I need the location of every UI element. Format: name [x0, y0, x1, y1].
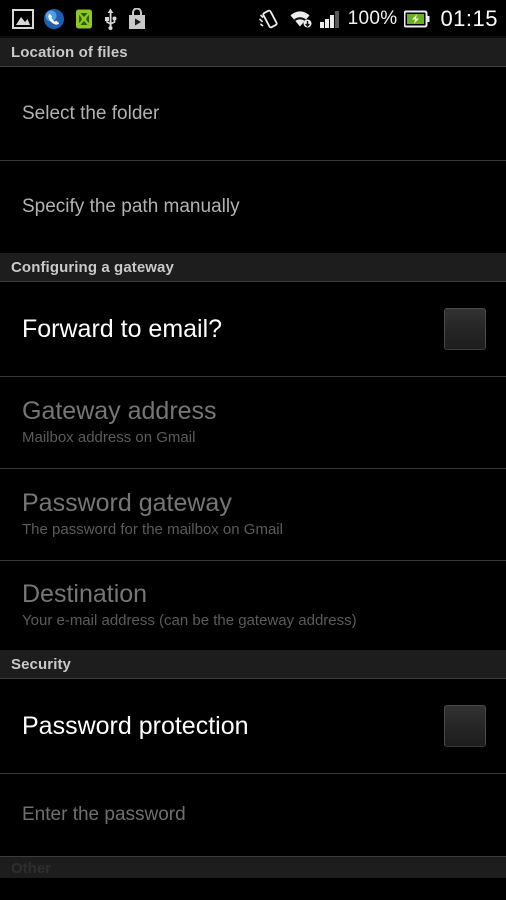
- section-header-label: Location of files: [11, 44, 128, 61]
- status-bar-right-icons: 100% 01:15: [258, 6, 498, 32]
- battery-percent-label: 100%: [347, 8, 398, 29]
- row-title: Gateway address: [22, 397, 217, 426]
- row-texts: Destination Your e-mail address (can be …: [22, 580, 357, 630]
- row-title: Specify the path manually: [22, 195, 240, 217]
- row-enter-the-password[interactable]: Enter the password: [0, 773, 506, 856]
- row-title: Enter the password: [22, 803, 186, 825]
- row-title: Password gateway: [22, 489, 232, 518]
- row-texts: Gateway address Mailbox address on Gmail: [22, 397, 217, 447]
- screenshot-image-icon: [12, 9, 34, 29]
- section-header-label: Configuring a gateway: [11, 259, 174, 276]
- section-header-configuring-a-gateway: Configuring a gateway: [0, 253, 506, 282]
- password-protection-checkbox[interactable]: [444, 705, 486, 747]
- wifi-icon: [288, 9, 312, 29]
- row-summary: The password for the mailbox on Gmail: [22, 520, 283, 538]
- section-header-location-of-files: Location of files: [0, 38, 506, 67]
- android-robot-icon: [74, 8, 94, 30]
- row-title: Select the folder: [22, 102, 160, 124]
- row-texts: Password protection: [22, 712, 249, 741]
- row-password-gateway[interactable]: Password gateway The password for the ma…: [0, 468, 506, 560]
- row-texts: Password gateway The password for the ma…: [22, 489, 283, 539]
- row-password-protection[interactable]: Password protection: [0, 679, 506, 773]
- row-summary: Your e-mail address (can be the gateway …: [22, 611, 357, 629]
- section-header-label: Security: [11, 656, 71, 673]
- battery-charging-icon: [403, 10, 430, 28]
- usb-icon: [103, 8, 118, 30]
- row-texts: Specify the path manually: [22, 196, 240, 218]
- section-header-security: Security: [0, 650, 506, 679]
- play-store-icon: [127, 7, 147, 30]
- row-forward-to-email[interactable]: Forward to email?: [0, 282, 506, 376]
- row-title: Destination: [22, 580, 148, 609]
- forward-to-email-checkbox[interactable]: [444, 308, 486, 350]
- section-header-label: Other: [11, 860, 52, 877]
- row-title: Forward to email?: [22, 314, 223, 343]
- preferences-list: Location of files Select the folder Spec…: [0, 38, 506, 878]
- status-bar-left-icons: [12, 7, 259, 30]
- row-gateway-address[interactable]: Gateway address Mailbox address on Gmail: [0, 376, 506, 468]
- row-specify-the-path-manually[interactable]: Specify the path manually: [0, 160, 506, 253]
- vibrate-icon: [258, 8, 281, 30]
- row-texts: Select the folder: [22, 103, 159, 125]
- row-texts: Forward to email?: [22, 315, 222, 344]
- row-title: Password protection: [22, 711, 249, 740]
- status-bar-clock: 01:15: [440, 6, 498, 31]
- phone-call-icon: [43, 8, 65, 30]
- row-select-the-folder[interactable]: Select the folder: [0, 67, 506, 160]
- row-summary: Mailbox address on Gmail: [22, 428, 196, 446]
- cellular-signal-icon: [319, 9, 341, 29]
- row-destination[interactable]: Destination Your e-mail address (can be …: [0, 560, 506, 650]
- status-bar[interactable]: 100% 01:15: [0, 0, 506, 38]
- section-header-other-partial: Other: [0, 856, 506, 878]
- row-texts: Enter the password: [22, 804, 186, 826]
